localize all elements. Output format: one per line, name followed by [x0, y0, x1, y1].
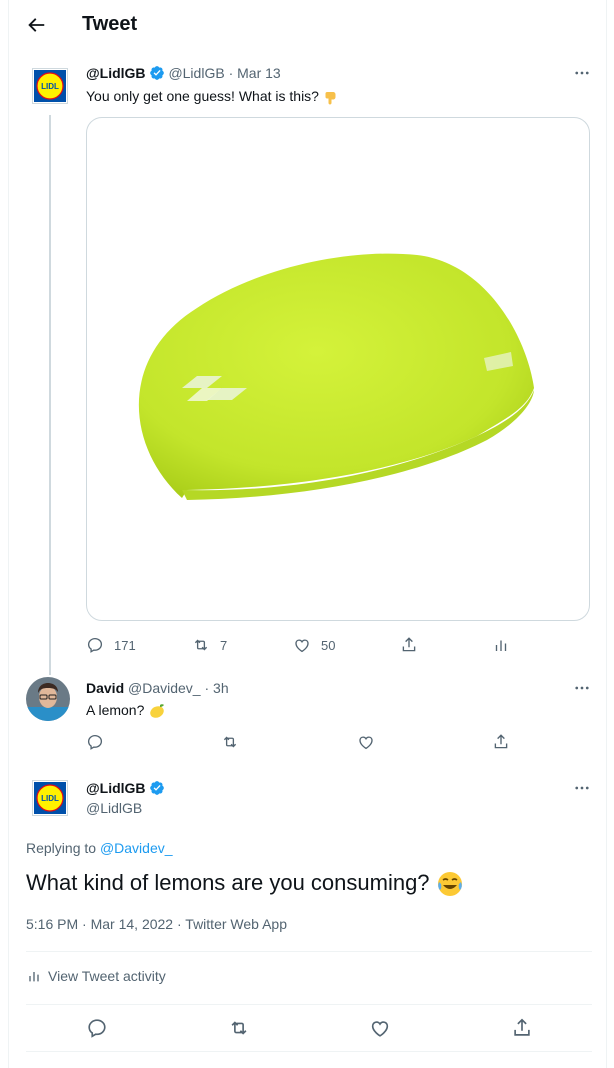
retweet-button[interactable]: 7: [192, 636, 227, 654]
pointing-down-hand-emoji: [325, 92, 336, 105]
reply-icon: [87, 637, 103, 653]
heart-icon[interactable]: [369, 1017, 391, 1039]
focus-tweet-author: @LidlGB: [86, 780, 165, 796]
analytics-icon: [29, 972, 39, 982]
like-button[interactable]: 50: [293, 636, 335, 654]
reply-icon: [87, 734, 103, 750]
heart-icon: [295, 639, 309, 653]
separator-dot: ·: [204, 680, 210, 696]
divider: [26, 1004, 592, 1005]
separator-dot: ·: [82, 916, 87, 932]
analytics-button[interactable]: [492, 636, 510, 654]
divider: [26, 951, 592, 952]
analytics-icon: [495, 640, 507, 651]
author-name[interactable]: @LidlGB: [86, 65, 146, 81]
david-avatar[interactable]: [26, 677, 70, 721]
author-handle[interactable]: @LidlGB: [86, 800, 142, 816]
tweet-image[interactable]: [86, 117, 590, 621]
share-icon: [494, 734, 508, 749]
more-options-icon[interactable]: [573, 779, 591, 797]
tweet-source-app[interactable]: Twitter Web App: [185, 916, 287, 932]
retweet-icon: [194, 639, 208, 651]
svg-text:LIDL: LIDL: [41, 794, 59, 803]
retweet-button[interactable]: [221, 733, 239, 751]
tweet-date[interactable]: Mar 13: [237, 65, 281, 81]
separator-dot: ·: [176, 916, 182, 932]
thread-connector-line: [49, 115, 51, 675]
lidl-logo-icon: LIDL: [34, 782, 66, 814]
lidl-avatar[interactable]: LIDL: [32, 68, 68, 104]
page-header: Tweet: [0, 0, 614, 52]
lemon-emoji: [150, 704, 165, 719]
separator-dot: ·: [228, 65, 234, 81]
view-tweet-activity-link[interactable]: View Tweet activity: [26, 968, 166, 984]
author-handle[interactable]: @Davidev_: [128, 680, 201, 696]
reply-icon[interactable]: [86, 1017, 108, 1039]
reply-tweet-header: David @Davidev_ · 3h: [86, 680, 229, 696]
share-icon[interactable]: [511, 1017, 533, 1039]
activity-label: View Tweet activity: [48, 968, 166, 984]
author-name[interactable]: David: [86, 680, 124, 696]
tweet-text-content: What kind of lemons are you consuming?: [26, 870, 430, 895]
original-tweet-text: You only get one guess! What is this?: [86, 88, 339, 105]
page-title: Tweet: [82, 13, 138, 35]
lidl-logo-icon: LIDL: [34, 70, 66, 102]
more-options-icon[interactable]: [573, 679, 591, 697]
like-button[interactable]: [357, 733, 375, 751]
retweet-icon[interactable]: [228, 1017, 250, 1039]
divider: [26, 1051, 592, 1052]
share-button[interactable]: [492, 733, 510, 751]
tweet-metadata: 5:16 PM · Mar 14, 2022 · Twitter Web App: [26, 916, 287, 932]
verified-badge-icon: [149, 66, 164, 80]
tweet-time[interactable]: 5:16 PM: [26, 916, 78, 932]
retweet-count: 7: [220, 637, 228, 653]
arrow-left-icon[interactable]: [25, 14, 47, 36]
more-options-icon[interactable]: [573, 64, 591, 82]
svg-text:LIDL: LIDL: [41, 82, 59, 91]
reply-button[interactable]: 171: [86, 636, 136, 654]
reply-button[interactable]: [86, 733, 104, 751]
reply-tweet-text: A lemon?: [86, 702, 166, 720]
tweet-time[interactable]: 3h: [213, 680, 229, 696]
focus-tweet-text: What kind of lemons are you consuming?: [26, 870, 464, 898]
share-icon: [402, 637, 416, 652]
retweet-icon: [223, 736, 237, 748]
verified-badge-icon: [149, 781, 164, 795]
tweet-text-content: You only get one guess! What is this?: [86, 88, 319, 104]
replying-to: Replying to @Davidev_: [26, 840, 173, 856]
heart-icon: [359, 736, 373, 750]
replying-to-link[interactable]: @Davidev_: [100, 840, 173, 856]
lidl-avatar[interactable]: LIDL: [32, 780, 68, 816]
user-photo-icon: [26, 677, 70, 721]
author-name[interactable]: @LidlGB: [86, 780, 146, 796]
original-tweet-header: @LidlGB @LidlGB · Mar 13: [86, 65, 281, 81]
left-border: [8, 0, 9, 1068]
author-handle[interactable]: @LidlGB: [168, 65, 224, 81]
replying-prefix: Replying to: [26, 840, 97, 856]
swim-cap-image: [138, 253, 534, 500]
tears-of-joy-emoji: [437, 872, 462, 897]
share-button[interactable]: [400, 636, 418, 654]
like-count: 50: [321, 637, 336, 653]
tweet-date[interactable]: Mar 14, 2022: [91, 916, 174, 932]
tweet-text-content: A lemon?: [86, 702, 145, 718]
right-border: [606, 0, 607, 1068]
reply-count: 171: [114, 637, 136, 653]
